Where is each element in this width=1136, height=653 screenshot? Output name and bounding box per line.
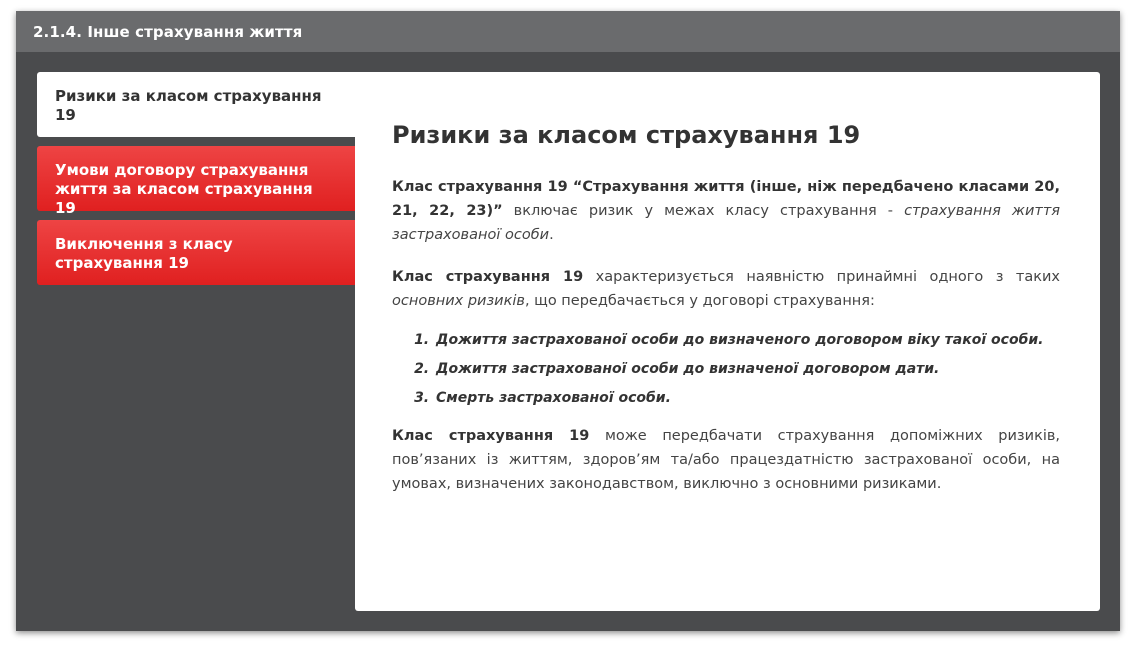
content-panel: Ризики за класом страхування 19 Клас стр… xyxy=(355,72,1100,611)
title-bar: 2.1.4. Інше страхування життя xyxy=(16,11,1120,52)
window-title: 2.1.4. Інше страхування життя xyxy=(33,22,303,41)
window-frame: 2.1.4. Інше страхування життя Ризики за … xyxy=(16,11,1120,631)
paragraph-main-risks: Клас страхування 19 характеризується ная… xyxy=(392,265,1060,313)
tab-exclusions[interactable]: Виключення з класу страхування 19 xyxy=(37,220,355,285)
paragraph-bold: Клас страхування 19 xyxy=(392,428,590,444)
risk-list: Дожиття застрахованої особи до визначено… xyxy=(392,331,1060,408)
list-item: Дожиття застрахованої особи до визначено… xyxy=(434,331,1060,350)
list-item: Дожиття застрахованої особи до визначено… xyxy=(434,360,1060,379)
list-item: Смерть застрахованої особи. xyxy=(434,389,1060,408)
paragraph-bold: Клас страхування 19 xyxy=(392,269,584,285)
content-body: Ризики за класом страхування 19 Клас стр… xyxy=(392,121,1060,514)
content-heading: Ризики за класом страхування 19 xyxy=(392,121,861,149)
paragraph-auxiliary-risks: Клас страхування 19 може передбачати стр… xyxy=(392,424,1060,496)
tab-contract-terms[interactable]: Умови договору страхування життя за клас… xyxy=(37,146,355,217)
paragraph-end: , що передбачається у договорі страхуван… xyxy=(524,293,875,309)
paragraph-text: характеризується наявністю принаймні одн… xyxy=(583,269,1061,285)
paragraph-class-definition: Клас страхування 19 “Страхування життя (… xyxy=(392,175,1060,247)
paragraph-text: включає ризик у межах класу страхування … xyxy=(502,203,905,219)
paragraph-italic: основних ризиків xyxy=(392,293,525,309)
paragraph-end: . xyxy=(549,227,554,243)
tab-risks[interactable]: Ризики за класом страхування 19 xyxy=(37,72,357,137)
tab-list: Ризики за класом страхування 19 Умови до… xyxy=(37,72,357,294)
